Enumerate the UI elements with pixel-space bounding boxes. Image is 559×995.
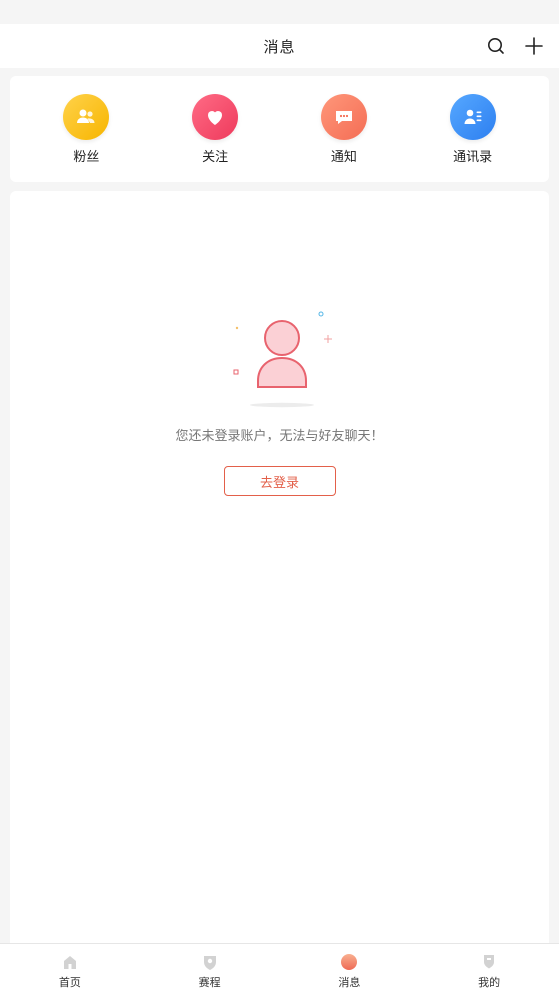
top-header: 消息 [0, 24, 559, 68]
fans-icon [63, 93, 110, 140]
contacts-icon [449, 93, 496, 140]
plus-icon[interactable] [523, 35, 545, 57]
home-icon [61, 953, 79, 971]
schedule-icon [201, 953, 219, 971]
notice-icon [320, 93, 367, 140]
login-button[interactable]: 去登录 [223, 466, 336, 496]
tab-schedule[interactable]: 赛程 [140, 944, 280, 995]
quick-actions-card: 粉丝 关注 通知 通讯录 [10, 76, 549, 182]
message-icon [340, 953, 358, 971]
search-icon[interactable] [485, 35, 507, 57]
quick-item-contacts[interactable]: 通讯录 [433, 93, 513, 165]
empty-message: 您还未登录账户，无法与好友聊天！ [175, 429, 384, 444]
tab-message[interactable]: 消息 [280, 944, 420, 995]
quick-item-notice[interactable]: 通知 [304, 93, 384, 165]
tab-home[interactable]: 首页 [0, 944, 140, 995]
quick-label-notice: 通知 [330, 149, 357, 165]
message-panel: 您还未登录账户，无法与好友聊天！ 去登录 [10, 191, 549, 951]
quick-label-contacts: 通讯录 [453, 149, 493, 165]
profile-icon [480, 953, 498, 971]
bottom-tabbar: 首页 赛程 消息 我的 [0, 943, 559, 995]
status-bar [0, 0, 559, 24]
tab-label-profile: 我的 [478, 976, 501, 989]
quick-label-follow: 关注 [202, 149, 229, 165]
tab-profile[interactable]: 我的 [419, 944, 559, 995]
page-title: 消息 [263, 37, 296, 56]
quick-item-follow[interactable]: 关注 [175, 93, 255, 165]
tab-label-schedule: 赛程 [198, 976, 221, 989]
user-placeholder-icon [220, 309, 340, 419]
quick-item-fans[interactable]: 粉丝 [46, 93, 126, 165]
tab-label-home: 首页 [58, 976, 81, 989]
tab-label-message: 消息 [338, 976, 361, 989]
header-actions [485, 24, 545, 68]
quick-label-fans: 粉丝 [73, 149, 100, 165]
heart-icon [192, 93, 239, 140]
